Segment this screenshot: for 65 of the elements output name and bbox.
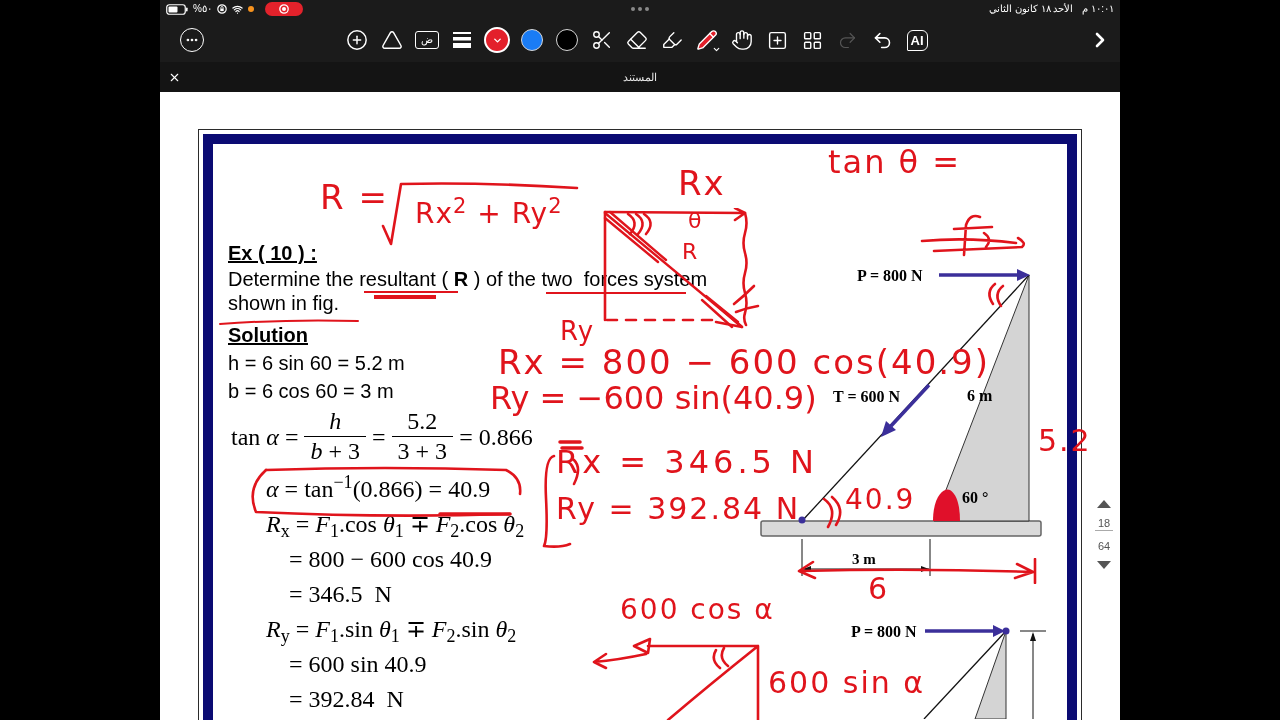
fraction-numerator: 5.2 xyxy=(406,407,439,436)
dimension-label: 3 m xyxy=(852,551,876,567)
equation-line: R$_{y}$ = F$_{1}$.sin θ$_{1}$ ∓ F$_{2}$.sin θ$_{2}$ xyxy=(266,615,517,647)
handwritten-note: Rx = 346.5 N xyxy=(556,446,819,478)
ai-button[interactable]: AI xyxy=(906,29,928,51)
plus-square-icon xyxy=(766,29,788,51)
fraction-denominator: 3 + 3 xyxy=(391,436,454,466)
example-heading: Ex ( 10 ) : xyxy=(228,241,317,266)
record-icon xyxy=(278,4,289,14)
caret-icon xyxy=(712,45,721,54)
pin-dot xyxy=(1002,627,1010,635)
fraction-numerator: h xyxy=(328,407,343,436)
equation-line: = 392.84 N xyxy=(289,685,404,714)
multitask-dots-icon[interactable] xyxy=(631,7,649,11)
page-count: 64 xyxy=(1097,539,1111,553)
triangle-down-icon[interactable] xyxy=(1097,561,1111,569)
grid-icon xyxy=(801,29,823,51)
handwritten-note: Ry = 392.84 N xyxy=(556,494,801,524)
recording-indicator[interactable] xyxy=(264,2,303,16)
indicator-dot-icon xyxy=(247,6,254,12)
battery-percentage: %٥٠ xyxy=(193,4,212,14)
plus-circle-icon xyxy=(346,29,368,51)
battery-icon xyxy=(166,3,188,15)
status-time: ١٠:٠١ م xyxy=(1082,4,1114,14)
solution-line: b = 6 cos 60 = 3 m xyxy=(228,379,394,404)
force-label: P = 800 N xyxy=(851,623,917,640)
rotation-lock-icon xyxy=(216,4,227,14)
current-page-number: 18 xyxy=(1094,516,1114,531)
equation-text: tan α = xyxy=(231,422,299,452)
handwritten-note: 6 xyxy=(868,574,890,604)
text-box-button[interactable]: ض xyxy=(415,31,439,49)
handwritten-note: R xyxy=(682,241,700,263)
line-weights-icon xyxy=(453,32,471,48)
handwritten-note: Rx xyxy=(678,166,726,200)
handwritten-note: 600 cos α xyxy=(620,596,775,624)
solution-line: h = 6 sin 60 = 5.2 m xyxy=(228,351,405,376)
pin-dot xyxy=(798,516,806,524)
equation-text: = xyxy=(372,422,386,452)
handwritten-note: θ xyxy=(688,210,704,232)
fraction-denominator: b + 3 xyxy=(304,436,367,466)
triangle-up-icon[interactable] xyxy=(1097,500,1111,508)
handwritten-note: R = xyxy=(320,180,389,214)
equation-text: = 0.866 xyxy=(459,422,533,452)
document-title: المستند xyxy=(623,69,657,85)
solution-heading: Solution xyxy=(228,323,308,348)
force-label: T = 600 N xyxy=(833,388,901,405)
equation-line: α = tan$^{−1}$(0.866) = 40.9 xyxy=(266,472,491,504)
color-swatch[interactable] xyxy=(556,29,578,51)
angle-label: 60 ° xyxy=(962,489,989,506)
equation-line: = 800 − 600 cos 40.9 xyxy=(289,545,493,574)
handwritten-note: Ry xyxy=(560,318,595,344)
handwritten-note: 600 sin α xyxy=(768,668,926,698)
color-swatch[interactable] xyxy=(521,29,543,51)
equation-line: = 600 sin 40.9 xyxy=(289,650,427,679)
angle-marker xyxy=(933,489,960,521)
handwritten-note: tan θ = xyxy=(828,146,962,178)
force-label: P = 800 N xyxy=(857,267,923,284)
triangle-icon xyxy=(381,29,403,51)
length-label: 6 m xyxy=(967,387,993,404)
wifi-icon xyxy=(231,3,243,15)
equation-line: = 346.5 N xyxy=(289,580,392,609)
status-date: الأحد ١٨ كانون الثاني xyxy=(989,4,1074,14)
handwritten-note: Ry = −600 sin(40.9) xyxy=(490,382,817,414)
equation-line: R$_{x}$ = F$_{1}$.cos θ$_{1}$ ∓ F$_{2}$.cos θ$_{2}$ xyxy=(266,510,525,542)
handwritten-note: 40.9 xyxy=(845,486,916,514)
